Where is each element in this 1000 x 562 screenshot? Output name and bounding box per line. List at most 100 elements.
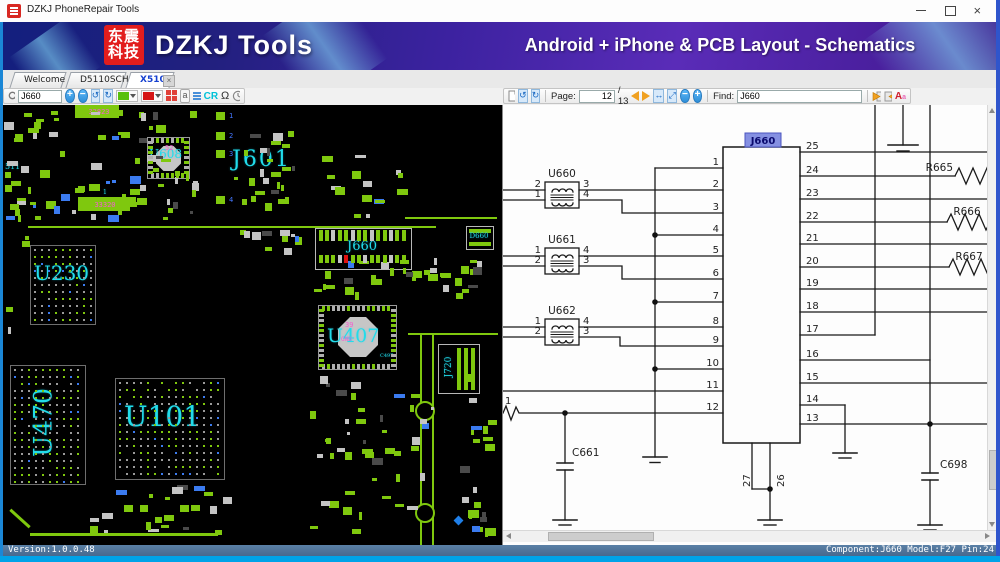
bga-ball bbox=[34, 298, 36, 300]
red-layer-swatch[interactable] bbox=[141, 90, 163, 102]
bga-ball bbox=[56, 397, 58, 399]
fit-width-icon[interactable]: ↔ bbox=[653, 89, 664, 103]
connector-pad bbox=[338, 230, 342, 241]
chip-pad bbox=[184, 166, 189, 169]
pcb-label-u470[interactable]: U470 bbox=[29, 371, 58, 475]
pcb-pad bbox=[40, 170, 50, 178]
tab-d5110sch[interactable]: D5110SCH bbox=[68, 72, 124, 88]
tab-bar: Welcome D5110SCH X510 × bbox=[0, 70, 996, 89]
cr-mode-icon[interactable]: CR bbox=[204, 91, 218, 102]
bga-ball bbox=[55, 291, 57, 293]
bga-ball bbox=[62, 305, 64, 307]
vertical-scroll-thumb[interactable] bbox=[989, 450, 996, 490]
minimize-icon[interactable] bbox=[906, 0, 935, 22]
find-input[interactable] bbox=[737, 90, 861, 103]
tab-welcome[interactable]: Welcome bbox=[12, 72, 64, 88]
bga-ball bbox=[140, 445, 142, 447]
bga-ball bbox=[28, 446, 30, 448]
net-list-icon[interactable] bbox=[193, 90, 201, 102]
ref-r667[interactable]: R667 bbox=[955, 251, 982, 263]
bga-ball bbox=[161, 473, 163, 475]
pcb-pad bbox=[314, 289, 322, 292]
bga-ball bbox=[217, 410, 219, 412]
ref-r666[interactable]: R666 bbox=[953, 206, 981, 218]
bga-ball bbox=[147, 389, 149, 391]
bga-ball bbox=[35, 460, 37, 462]
zoom-in-icon[interactable]: + bbox=[65, 89, 75, 103]
rotate-right-icon[interactable]: ↻ bbox=[103, 89, 113, 103]
pcb-pad bbox=[473, 439, 480, 443]
zoom-in-icon[interactable]: + bbox=[693, 89, 703, 103]
scroll-up-icon[interactable] bbox=[989, 108, 995, 113]
pcb-label-j660[interactable]: J660 bbox=[347, 239, 377, 254]
pin-number: 26 bbox=[776, 474, 787, 487]
bga-ball bbox=[14, 446, 16, 448]
bga-ball bbox=[182, 424, 184, 426]
pcb-pad bbox=[146, 522, 151, 530]
scroll-left-icon[interactable] bbox=[506, 533, 511, 539]
bga-ball bbox=[83, 319, 85, 321]
chip-pad bbox=[319, 314, 324, 317]
pcb-pad bbox=[407, 506, 418, 510]
pcb-pad-j601-1 bbox=[216, 112, 225, 120]
bga-ball bbox=[56, 383, 58, 385]
pcb-pad bbox=[267, 159, 273, 162]
zoom-out-icon[interactable]: − bbox=[680, 89, 690, 103]
scroll-right-icon[interactable] bbox=[985, 533, 990, 539]
pcb-pad bbox=[192, 190, 196, 197]
selected-component-label[interactable]: J660 bbox=[750, 136, 776, 147]
bga-ball bbox=[42, 474, 44, 476]
horizontal-scroll-thumb[interactable] bbox=[548, 532, 654, 541]
grid-icon[interactable] bbox=[166, 90, 177, 102]
tab-x510[interactable]: X510 × bbox=[128, 72, 172, 88]
prev-page-icon[interactable] bbox=[631, 91, 639, 101]
pcb-pad bbox=[271, 172, 281, 177]
schematic-view[interactable]: J660 1 2 3 4 5 6 7 8 9 10 11 12 25 24 23… bbox=[503, 105, 996, 545]
search-input[interactable] bbox=[18, 90, 62, 103]
green-layer-swatch[interactable] bbox=[116, 90, 138, 102]
pcb-pad bbox=[24, 113, 32, 117]
pcb-pad bbox=[250, 134, 261, 138]
font-size-icon[interactable]: Aa bbox=[895, 91, 906, 102]
fit-page-icon[interactable]: ⤢ bbox=[667, 89, 677, 103]
find-next-icon[interactable] bbox=[884, 91, 892, 102]
ref-c661[interactable]: C661 bbox=[572, 447, 599, 459]
horizontal-scrollbar[interactable] bbox=[503, 530, 996, 542]
ref-r665[interactable]: R665 bbox=[926, 162, 953, 174]
rotate-right-icon[interactable]: ↻ bbox=[531, 89, 541, 103]
pcb-view[interactable]: J601 U230 J660 U101 U470 U608 52 U407 39… bbox=[3, 105, 503, 545]
bga-ball bbox=[119, 431, 121, 433]
rotate-left-icon[interactable]: ↺ bbox=[91, 89, 101, 103]
chip-pad bbox=[342, 306, 345, 311]
page-label: Page: bbox=[551, 91, 576, 102]
bga-ball bbox=[119, 382, 121, 384]
ref-u661[interactable]: U661 bbox=[548, 234, 576, 246]
vertical-scrollbar[interactable] bbox=[987, 105, 996, 530]
ref-u660[interactable]: U660 bbox=[548, 168, 576, 180]
pcb-pad bbox=[190, 111, 197, 118]
pin-number: 10 bbox=[706, 358, 719, 369]
close-icon[interactable]: × bbox=[964, 0, 993, 22]
ref-u662[interactable]: U662 bbox=[548, 305, 576, 317]
schematic-component-j660[interactable] bbox=[723, 147, 800, 443]
next-page-icon[interactable] bbox=[642, 91, 650, 101]
rotate-left-icon[interactable]: ↺ bbox=[518, 89, 528, 103]
new-page-icon[interactable] bbox=[508, 90, 515, 102]
pcb-trace-blob bbox=[415, 503, 435, 523]
ref-c698[interactable]: C698 bbox=[940, 459, 967, 471]
pcb-pad bbox=[260, 169, 264, 177]
page-input[interactable] bbox=[579, 90, 615, 103]
bga-ball bbox=[21, 460, 23, 462]
bga-ball bbox=[140, 403, 142, 405]
refresh-icon[interactable] bbox=[232, 90, 240, 102]
resistance-icon[interactable]: Ω bbox=[221, 90, 229, 102]
scroll-down-icon[interactable] bbox=[989, 522, 995, 527]
maximize-icon[interactable] bbox=[935, 0, 964, 22]
bga-ball bbox=[63, 369, 65, 371]
bga-ball bbox=[70, 460, 72, 462]
find-prev-icon[interactable] bbox=[872, 91, 880, 102]
zoom-out-icon[interactable]: − bbox=[78, 89, 88, 103]
pcb-pad bbox=[30, 202, 36, 205]
text-a-icon[interactable]: a bbox=[180, 89, 190, 103]
tab-close-icon[interactable]: × bbox=[163, 75, 175, 87]
